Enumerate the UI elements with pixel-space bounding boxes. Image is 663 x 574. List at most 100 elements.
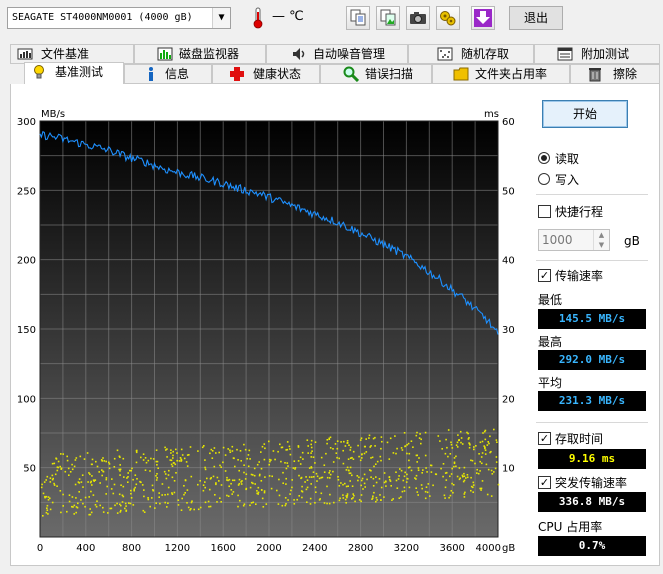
tab-erase[interactable]: 擦除 [570, 64, 660, 84]
access-time-point [47, 499, 50, 501]
access-time-point [247, 454, 250, 456]
tab-info[interactable]: 信息 [124, 64, 212, 84]
tab-error-scan[interactable]: 错误扫描 [320, 64, 432, 84]
download-button[interactable] [471, 6, 495, 30]
short-stroke-checkbox[interactable] [538, 205, 551, 218]
start-button[interactable]: 开始 [542, 100, 628, 128]
access-time-point [164, 494, 166, 496]
access-time-readout: 9.16 ms [538, 449, 646, 469]
access-time-point [289, 493, 291, 495]
access-time-point [347, 458, 350, 460]
tab-noise-management[interactable]: 自动噪音管理 [266, 44, 408, 64]
access-time-point [368, 434, 371, 437]
access-time-point [212, 475, 215, 478]
copy-text-button[interactable] [346, 6, 370, 30]
access-time-point [252, 501, 254, 504]
access-time-point [237, 484, 240, 486]
access-time-point [101, 474, 103, 477]
access-time-point [45, 479, 47, 481]
tab-disk-monitor[interactable]: 磁盘监视器 [134, 44, 266, 64]
read-radio[interactable] [538, 152, 550, 164]
tab-folder-usage[interactable]: 文件夹占用率 [432, 64, 570, 84]
access-time-checkbox[interactable]: ✓ [538, 432, 551, 445]
tab-file-benchmark[interactable]: 文件基准 [10, 44, 134, 64]
access-time-point [448, 496, 450, 499]
max-label: 最高 [538, 335, 563, 349]
screenshot-button[interactable] [406, 6, 430, 30]
y-axis-left-unit: MB/s [41, 109, 65, 120]
access-time-point [47, 513, 49, 515]
access-time-point [66, 459, 69, 462]
access-time-point [144, 469, 147, 471]
access-time-point [116, 512, 119, 514]
access-time-point [316, 475, 319, 478]
tab-benchmark[interactable]: 基准测试 [24, 62, 124, 84]
tab-health[interactable]: 健康状态 [212, 64, 320, 84]
access-time-point [363, 452, 366, 455]
short-stroke-stepper[interactable]: ▲ ▼ [593, 230, 609, 250]
access-time-point [346, 496, 348, 499]
access-time-point [62, 493, 64, 496]
random-access-icon [437, 47, 453, 61]
access-time-point [236, 448, 238, 451]
access-time-point [91, 475, 93, 477]
access-time-point [91, 458, 94, 461]
access-time-point [450, 443, 453, 446]
access-time-point [60, 453, 62, 455]
access-time-point [190, 508, 192, 510]
x-tick-label: 1600 [210, 543, 235, 554]
short-stroke-label: 快捷行程 [555, 205, 604, 219]
access-time-point [126, 477, 128, 479]
access-time-point [301, 485, 303, 488]
access-time-point [151, 484, 154, 487]
access-time-point [400, 447, 403, 449]
tab-random-access[interactable]: 随机存取 [408, 44, 534, 64]
options-button[interactable] [436, 6, 460, 30]
transfer-rate-checkbox[interactable]: ✓ [538, 269, 551, 282]
access-time-point [189, 446, 192, 448]
access-time-point [131, 467, 133, 470]
access-time-point [80, 481, 83, 483]
access-time-point [101, 469, 103, 471]
drive-select[interactable]: SEAGATE ST4000NM0001 (4000 gB) ▼ [7, 7, 231, 29]
access-time-point [78, 482, 81, 484]
min-readout: 145.5 MB/s [538, 309, 646, 329]
access-time-point [495, 439, 498, 441]
access-time-point [199, 480, 201, 482]
access-time-point [388, 476, 391, 478]
access-time-point [395, 452, 397, 455]
access-time-point [483, 430, 486, 433]
access-time-point [435, 473, 438, 476]
exit-button[interactable]: 退出 [509, 6, 563, 30]
copy-image-button[interactable] [376, 6, 400, 30]
info-icon [149, 67, 153, 81]
access-time-point [473, 448, 475, 451]
access-time-point [332, 461, 335, 463]
access-time-point [231, 493, 233, 495]
access-time-point [476, 468, 478, 471]
access-time-point [379, 455, 382, 458]
access-time-point [424, 490, 427, 493]
write-radio[interactable] [538, 173, 550, 185]
burst-rate-checkbox[interactable]: ✓ [538, 476, 551, 489]
access-time-point [210, 448, 213, 451]
access-time-point [185, 461, 188, 463]
access-time-label: 存取时间 [555, 432, 604, 446]
access-time-point [370, 469, 372, 472]
tab-extra-tests[interactable]: 附加测试 [534, 44, 660, 64]
access-time-point [83, 458, 86, 460]
tab-label: 随机存取 [461, 47, 510, 61]
access-time-point [396, 447, 398, 450]
access-time-point [147, 497, 149, 499]
access-time-point [213, 447, 216, 449]
access-time-point [456, 475, 459, 478]
x-tick-label: 400 [76, 543, 95, 554]
access-time-point [307, 445, 309, 447]
access-time-point [296, 498, 298, 501]
access-time-point [405, 481, 408, 483]
access-time-point [167, 486, 170, 489]
access-time-point [304, 481, 306, 483]
access-time-point [371, 498, 373, 500]
access-time-point [229, 449, 231, 452]
access-time-point [410, 469, 413, 472]
